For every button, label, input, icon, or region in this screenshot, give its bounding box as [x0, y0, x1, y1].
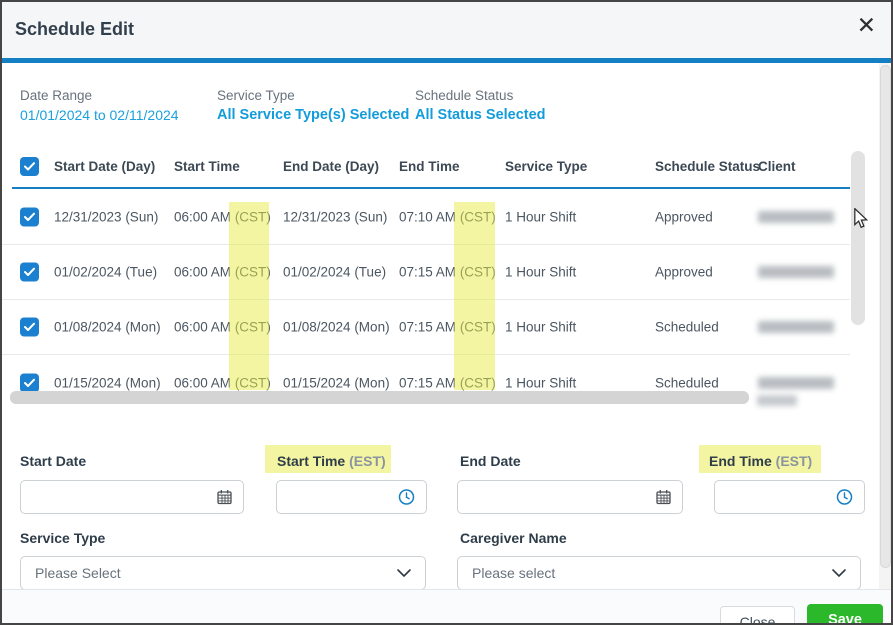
- service-type-filter-label: Service Type: [217, 88, 295, 103]
- close-icon[interactable]: ✕: [857, 14, 876, 37]
- schedule-edit-modal: Schedule Edit ✕ Date Range Service Type …: [0, 0, 893, 625]
- client-redacted: [758, 266, 834, 278]
- table-row: 01/08/2024 (Mon) 06:00 AM (CST) 01/08/20…: [2, 300, 850, 355]
- col-service-type[interactable]: Service Type: [505, 159, 587, 174]
- end-date-cell: 12/31/2023 (Sun): [283, 210, 387, 225]
- client-redacted: [758, 211, 834, 223]
- start-date-cell: 01/02/2024 (Tue): [54, 265, 157, 280]
- date-range-label: Date Range: [20, 88, 92, 103]
- check-icon: [24, 162, 35, 171]
- start-time-input[interactable]: [276, 480, 427, 514]
- end-date-label: End Date: [460, 453, 521, 469]
- start-time-timezone: (EST): [349, 453, 386, 469]
- service-type-filter-value[interactable]: All Service Type(s) Selected: [217, 107, 409, 123]
- service-type-placeholder: Please Select: [35, 565, 121, 581]
- end-time-input[interactable]: [714, 480, 865, 514]
- row-checkbox[interactable]: [20, 318, 39, 337]
- horizontal-scrollbar[interactable]: [10, 391, 749, 404]
- end-time-label: End Time (EST): [709, 453, 812, 469]
- check-icon: [24, 213, 35, 222]
- calendar-icon[interactable]: [656, 490, 671, 505]
- header-divider: [2, 58, 891, 63]
- schedule-status-filter-value[interactable]: All Status Selected: [415, 107, 546, 123]
- row-checkbox[interactable]: [20, 373, 39, 392]
- client-redacted-partial: [757, 395, 797, 406]
- start-time-label: Start Time (EST): [277, 453, 386, 469]
- col-end-time[interactable]: End Time: [399, 159, 460, 174]
- modal-title: Schedule Edit: [15, 19, 134, 40]
- start-date-cell: 01/15/2024 (Mon): [54, 375, 161, 390]
- clock-icon[interactable]: [398, 489, 415, 506]
- table-row: 12/31/2023 (Sun) 06:00 AM (CST) 12/31/20…: [2, 190, 850, 245]
- caregiver-name-select[interactable]: Please select: [457, 556, 861, 590]
- end-time-timezone: (EST): [776, 453, 813, 469]
- calendar-icon[interactable]: [217, 490, 232, 505]
- check-icon: [24, 378, 35, 387]
- service-type-label: Service Type: [20, 530, 105, 546]
- start-date-cell: 01/08/2024 (Mon): [54, 320, 161, 335]
- modal-scrollbar-thumb[interactable]: [880, 65, 891, 568]
- check-icon: [24, 268, 35, 277]
- end-date-cell: 01/02/2024 (Tue): [283, 265, 386, 280]
- caregiver-placeholder: Please select: [472, 565, 555, 581]
- status-cell: Approved: [655, 210, 713, 225]
- mouse-cursor: [853, 208, 869, 234]
- date-range-value: 01/01/2024 to 02/11/2024: [20, 107, 179, 123]
- service-type-cell: 1 Hour Shift: [505, 210, 576, 225]
- cst-highlight-end-time: [454, 202, 495, 390]
- service-type-select[interactable]: Please Select: [20, 556, 426, 590]
- client-redacted: [758, 377, 834, 389]
- caregiver-name-label: Caregiver Name: [460, 530, 567, 546]
- col-schedule-status[interactable]: Schedule Status: [655, 159, 760, 174]
- end-date-input[interactable]: [457, 480, 683, 514]
- table-row: 01/02/2024 (Tue) 06:00 AM (CST) 01/02/20…: [2, 245, 850, 300]
- col-start-date[interactable]: Start Date (Day): [54, 159, 155, 174]
- row-checkbox[interactable]: [20, 263, 39, 282]
- service-type-cell: 1 Hour Shift: [505, 320, 576, 335]
- save-button[interactable]: Save: [807, 604, 883, 625]
- col-start-time[interactable]: Start Time: [174, 159, 240, 174]
- col-client[interactable]: Client: [758, 159, 796, 174]
- service-type-cell: 1 Hour Shift: [505, 265, 576, 280]
- close-button[interactable]: Close: [720, 606, 795, 625]
- modal-scrollbar-track[interactable]: [879, 63, 892, 589]
- clock-icon[interactable]: [836, 489, 853, 506]
- select-all-checkbox[interactable]: [20, 157, 39, 176]
- row-checkbox[interactable]: [20, 208, 39, 227]
- end-date-cell: 01/08/2024 (Mon): [283, 320, 390, 335]
- client-redacted: [758, 321, 834, 333]
- status-cell: Scheduled: [655, 375, 719, 390]
- modal-header: Schedule Edit ✕: [2, 2, 891, 58]
- modal-footer: Close Save: [2, 589, 891, 625]
- chevron-down-icon: [832, 569, 846, 577]
- table-vertical-scrollbar[interactable]: [851, 151, 865, 325]
- table-header-divider: [12, 187, 850, 189]
- service-type-cell: 1 Hour Shift: [505, 375, 576, 390]
- start-date-input[interactable]: [20, 480, 244, 514]
- status-cell: Scheduled: [655, 320, 719, 335]
- col-end-date[interactable]: End Date (Day): [283, 159, 379, 174]
- cst-highlight-start-time: [229, 202, 269, 390]
- chevron-down-icon: [397, 569, 411, 577]
- start-date-cell: 12/31/2023 (Sun): [54, 210, 158, 225]
- status-cell: Approved: [655, 265, 713, 280]
- check-icon: [24, 323, 35, 332]
- start-date-label: Start Date: [20, 453, 86, 469]
- end-date-cell: 01/15/2024 (Mon): [283, 375, 390, 390]
- schedule-status-filter-label: Schedule Status: [415, 88, 513, 103]
